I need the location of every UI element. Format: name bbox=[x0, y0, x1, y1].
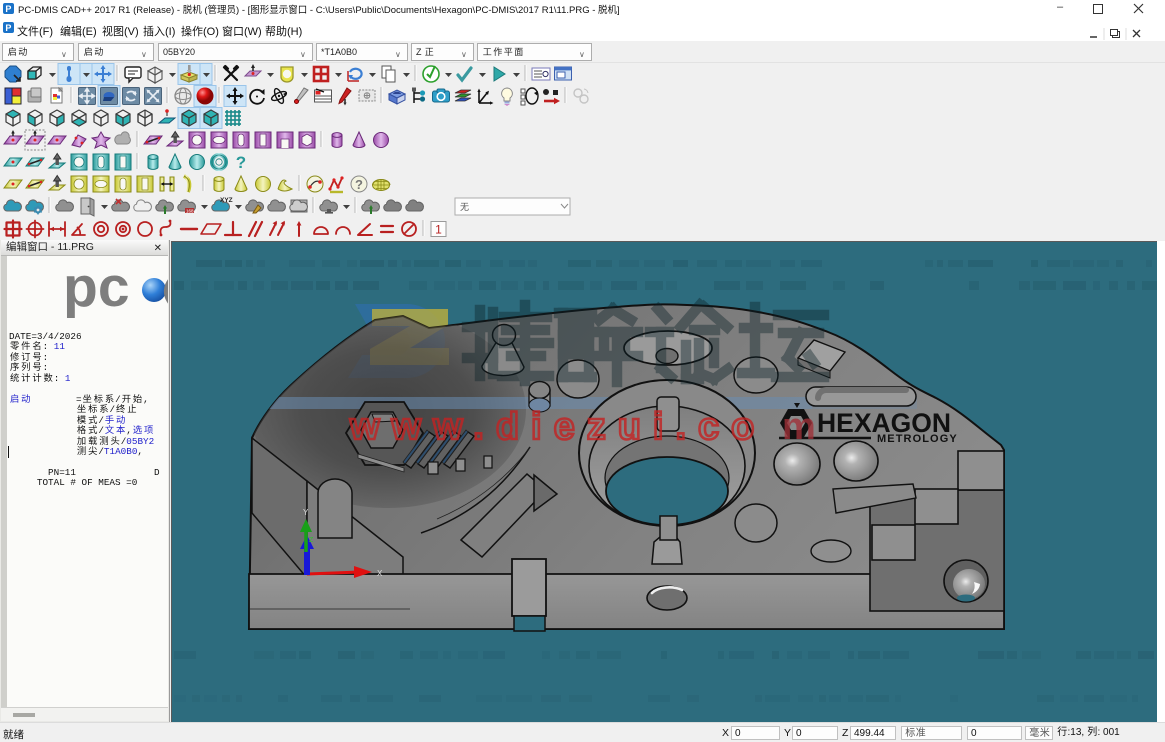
svg-text:P: P bbox=[5, 23, 11, 33]
svg-text:m: m bbox=[782, 406, 816, 448]
svg-text:pc: pc bbox=[63, 256, 130, 319]
svg-text:Z: Z bbox=[309, 537, 314, 544]
svg-text:无: 无 bbox=[460, 202, 469, 212]
svg-text:P: P bbox=[5, 4, 11, 14]
svg-text:www.diezui.co: www.diezui.co bbox=[349, 406, 766, 448]
svg-text:?: ? bbox=[355, 177, 363, 192]
svg-text:XYZ: XYZ bbox=[220, 197, 233, 204]
svg-text:Y: Y bbox=[303, 508, 309, 517]
svg-text:1: 1 bbox=[435, 223, 442, 237]
svg-text:X: X bbox=[377, 569, 383, 578]
svg-text:METROLOGY: METROLOGY bbox=[877, 433, 958, 445]
svg-text:?: ? bbox=[236, 153, 246, 172]
svg-text:168.2: 168.2 bbox=[186, 208, 198, 213]
